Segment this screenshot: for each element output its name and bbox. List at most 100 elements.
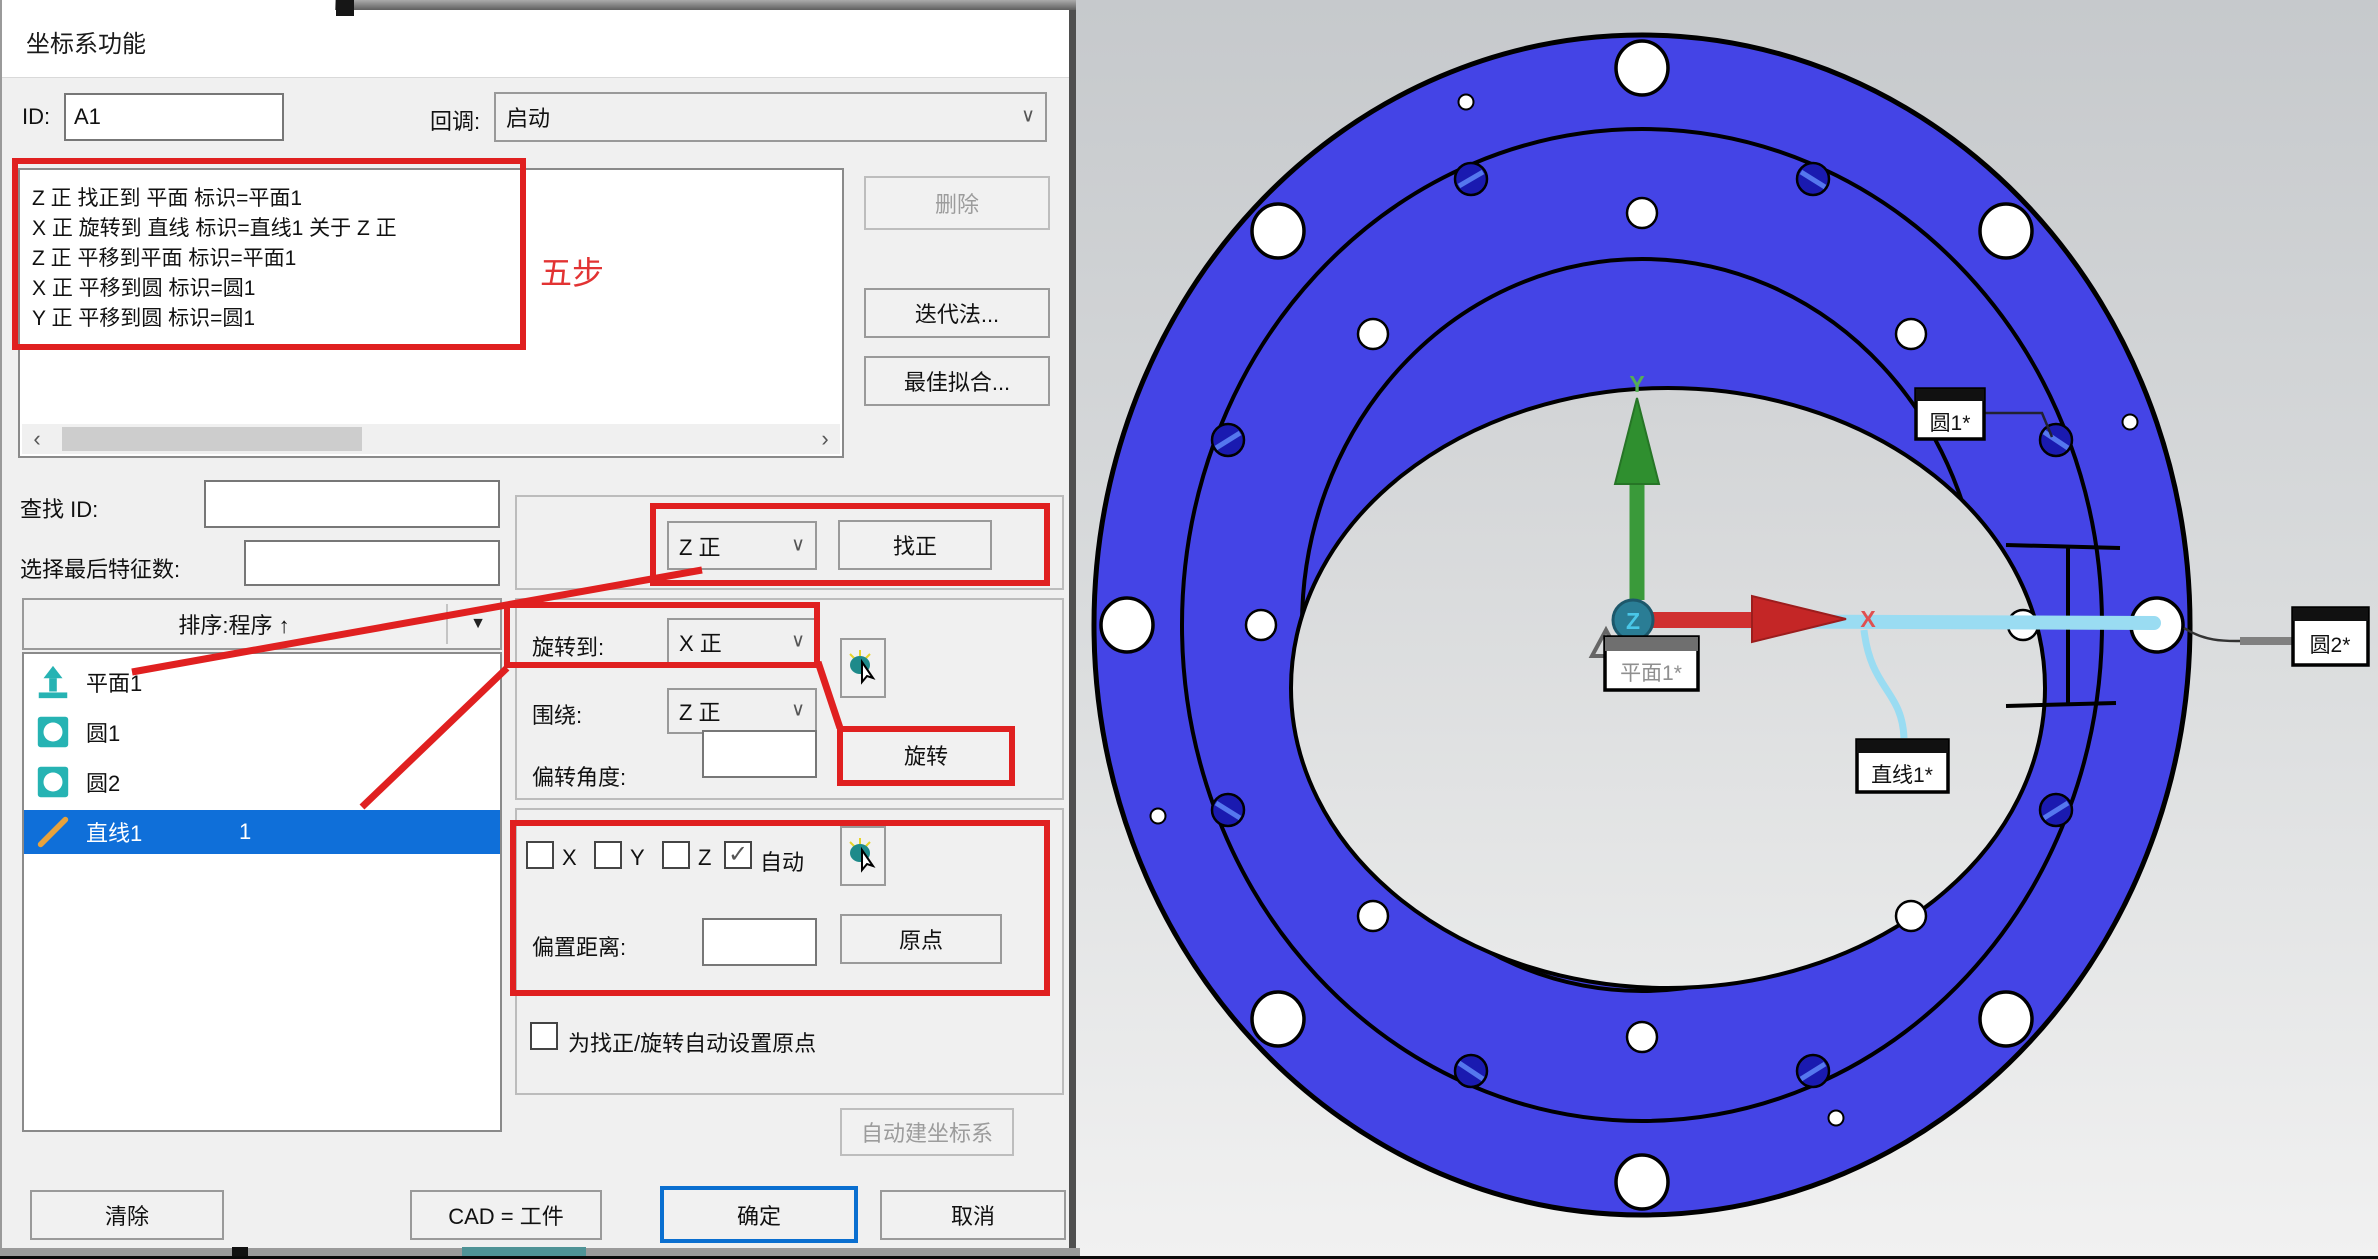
z-checkbox-label: Z	[698, 845, 711, 871]
offset-angle-input[interactable]	[702, 730, 817, 778]
cad-3d-viewport[interactable]: Z Y X 圆1* 圆2*	[1076, 0, 2378, 1256]
auto-checkbox-checked[interactable]: ✓	[724, 841, 752, 869]
z-checkbox[interactable]	[662, 841, 690, 869]
dropdown-arrow-icon: ▼	[470, 615, 486, 633]
svg-text:直线1*: 直线1*	[1871, 764, 1933, 787]
sort-label: 排序:程序	[178, 613, 272, 638]
circle-icon	[34, 763, 72, 801]
about-label: 围绕:	[532, 698, 582, 730]
align-axis-value: Z 正	[679, 530, 721, 562]
sort-dropdown[interactable]: 排序:程序 ↑ ▼	[22, 598, 502, 650]
feature-row-circle2[interactable]: 圆2	[24, 760, 500, 804]
x-checkbox-label: X	[562, 845, 577, 871]
pick-cursor-icon	[846, 648, 880, 688]
offset-angle-label: 偏转角度:	[532, 760, 626, 792]
auto-origin-checkbox[interactable]	[530, 1022, 558, 1050]
background-window-edge	[335, 0, 1076, 10]
chevron-down-icon: ∨	[1021, 105, 1035, 128]
tag-plane1[interactable]: 平面1*	[1605, 637, 1698, 690]
iterate-button[interactable]: 迭代法...	[864, 288, 1050, 338]
origin-button[interactable]: 原点	[840, 914, 1002, 964]
dialog-titlebar[interactable]: 坐标系功能	[2, 0, 1069, 78]
sort-ascending-icon: ↑	[279, 613, 290, 638]
bottom-dark-fragment	[232, 1247, 248, 1256]
plane-icon	[34, 663, 72, 701]
auto-origin-label: 为找正/旋转自动设置原点	[568, 1026, 816, 1058]
z-axis-label: Z	[1626, 608, 1640, 634]
offset-distance-label: 偏置距离:	[532, 930, 626, 962]
feature-row-circle1[interactable]: 圆1	[24, 710, 500, 754]
rotate-to-label: 旋转到:	[532, 630, 604, 662]
step-line[interactable]: Y 正 平移到圆 标识=圆1	[32, 304, 842, 334]
auto-checkbox-label: 自动	[760, 845, 804, 877]
step-line[interactable]: Z 正 找正到 平面 标识=平面1	[32, 184, 842, 214]
feature-list[interactable]: 平面1 圆1 圆2 直线1 1	[22, 652, 502, 1132]
find-id-label: 查找 ID:	[20, 492, 98, 524]
last-features-label: 选择最后特征数:	[20, 552, 180, 584]
bestfit-button[interactable]: 最佳拟合...	[864, 356, 1050, 406]
circle-icon	[34, 713, 72, 751]
step-line[interactable]: X 正 旋转到 直线 标识=直线1 关于 Z 正	[32, 214, 842, 244]
tag-circle1[interactable]: 圆1*	[1916, 389, 1984, 439]
feature-name: 圆1	[86, 716, 120, 748]
horizontal-scrollbar[interactable]: ‹ ›	[22, 424, 840, 454]
feature-extra: 1	[239, 819, 251, 845]
background-window-fragment	[336, 0, 354, 16]
y-checkbox[interactable]	[594, 841, 622, 869]
screen: Z Y X 圆1* 圆2*	[0, 0, 2378, 1259]
pick-origin-feature-button[interactable]	[840, 826, 886, 886]
chevron-down-icon: ∨	[791, 533, 805, 556]
feature-name: 直线1	[86, 816, 142, 848]
divider	[446, 604, 448, 644]
pick-cursor-icon	[846, 836, 880, 876]
y-checkbox-label: Y	[630, 845, 645, 871]
svg-text:圆1*: 圆1*	[1930, 412, 1971, 435]
find-id-input[interactable]	[204, 480, 500, 528]
id-label: ID:	[22, 104, 50, 130]
about-axis-value: Z 正	[679, 695, 721, 727]
align-button[interactable]: 找正	[838, 520, 992, 570]
feature-name: 圆2	[86, 766, 120, 798]
rotate-to-value: X 正	[679, 626, 722, 658]
feature-row-plane1[interactable]: 平面1	[24, 660, 500, 704]
dialog-title: 坐标系功能	[26, 24, 146, 59]
tag-circle2[interactable]: 圆2*	[2293, 608, 2368, 665]
ok-button[interactable]: 确定	[660, 1186, 858, 1243]
about-axis-dropdown[interactable]: Z 正 ∨	[667, 688, 817, 734]
scroll-left-icon[interactable]: ‹	[22, 424, 52, 454]
chevron-down-icon: ∨	[791, 630, 805, 653]
id-input[interactable]	[64, 93, 284, 141]
line-icon	[34, 813, 72, 851]
scrollbar-thumb[interactable]	[62, 427, 362, 451]
bottom-taskbar-fragment	[462, 1247, 586, 1256]
rotate-button[interactable]: 旋转	[840, 728, 1012, 782]
offset-distance-input[interactable]	[702, 918, 817, 966]
alignment-steps-list[interactable]: Z 正 找正到 平面 标识=平面1 X 正 旋转到 直线 标识=直线1 关于 Z…	[18, 168, 844, 458]
cad-equals-part-button[interactable]: CAD = 工件	[410, 1190, 602, 1240]
callback-value: 启动	[506, 101, 550, 133]
coordinate-system-dialog: 坐标系功能 ID: 回调: 启动 ∨ Z 正 找正到 平面 标识=平面1 X 正…	[0, 0, 1076, 1248]
clear-button[interactable]: 清除	[30, 1190, 224, 1240]
y-axis-label: Y	[1629, 371, 1644, 397]
step-line[interactable]: X 正 平移到圆 标识=圆1	[32, 274, 842, 304]
callback-dropdown[interactable]: 启动 ∨	[494, 92, 1047, 142]
callback-label: 回调:	[430, 104, 480, 136]
svg-text:平面1*: 平面1*	[1620, 662, 1682, 685]
annotation-text-five-steps: 五步	[540, 248, 604, 294]
checkmark-icon: ✓	[728, 843, 748, 867]
x-checkbox[interactable]	[526, 841, 554, 869]
align-axis-dropdown[interactable]: Z 正 ∨	[667, 521, 817, 570]
scroll-right-icon[interactable]: ›	[810, 424, 840, 454]
pick-feature-button[interactable]	[840, 638, 886, 698]
flange-part-drawing: Z Y X 圆1* 圆2*	[1076, 0, 2378, 1256]
last-features-input[interactable]	[244, 540, 500, 586]
svg-text:圆2*: 圆2*	[2310, 634, 2351, 657]
chevron-down-icon: ∨	[791, 699, 805, 722]
step-line[interactable]: Z 正 平移到平面 标识=平面1	[32, 244, 842, 274]
delete-button[interactable]: 删除	[864, 176, 1050, 230]
feature-row-line1-selected[interactable]: 直线1 1	[24, 810, 500, 854]
rotate-to-dropdown[interactable]: X 正 ∨	[667, 618, 817, 666]
tag-line1[interactable]: 直线1*	[1857, 740, 1948, 792]
cancel-button[interactable]: 取消	[880, 1190, 1066, 1240]
auto-ccs-button[interactable]: 自动建坐标系	[840, 1108, 1014, 1156]
